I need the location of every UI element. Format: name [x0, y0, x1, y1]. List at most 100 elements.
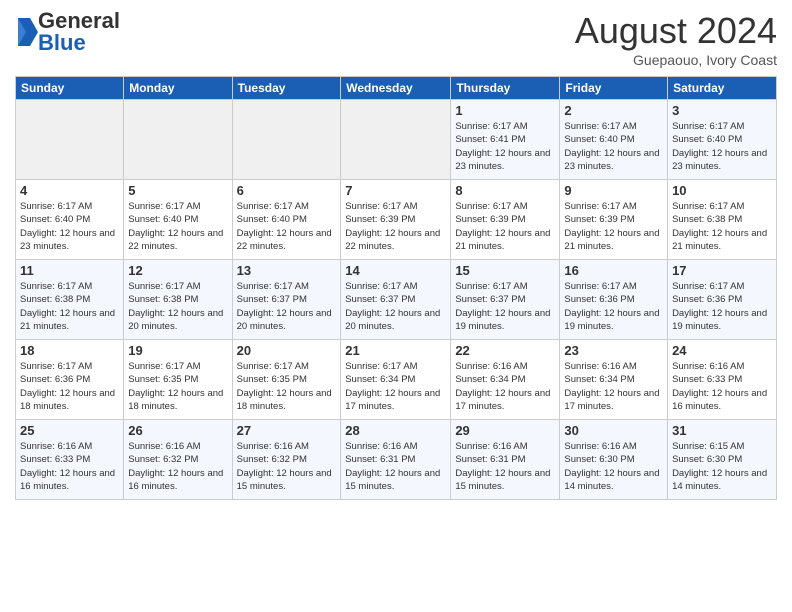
daylight-text: Daylight: 12 hours and 19 minutes. [672, 307, 772, 334]
sunrise-text: Sunrise: 6:16 AM [128, 440, 227, 453]
sunset-text: Sunset: 6:39 PM [345, 213, 446, 226]
calendar-body: 1Sunrise: 6:17 AMSunset: 6:41 PMDaylight… [16, 100, 777, 500]
sunrise-text: Sunrise: 6:17 AM [128, 200, 227, 213]
day-info: Sunrise: 6:17 AMSunset: 6:36 PMDaylight:… [672, 280, 772, 333]
day-number: 21 [345, 343, 446, 358]
day-info: Sunrise: 6:16 AMSunset: 6:33 PMDaylight:… [20, 440, 119, 493]
table-row: 2 Sunrise: 6:17 AMSunset: 6:40 PMDaylight… [560, 100, 668, 180]
week-row-1: 1Sunrise: 6:17 AMSunset: 6:41 PMDaylight… [16, 100, 777, 180]
table-row: 8 Sunrise: 6:17 AMSunset: 6:39 PMDaylight… [451, 180, 560, 260]
day-number: 19 [128, 343, 227, 358]
day-info: Sunrise: 6:17 AMSunset: 6:36 PMDaylight:… [20, 360, 119, 413]
day-number: 13 [237, 263, 337, 278]
daylight-text: Daylight: 12 hours and 19 minutes. [564, 307, 663, 334]
day-info: Sunrise: 6:17 AMSunset: 6:37 PMDaylight:… [345, 280, 446, 333]
sunrise-text: Sunrise: 6:17 AM [455, 120, 555, 133]
day-number: 26 [128, 423, 227, 438]
table-row: 19Sunrise: 6:17 AMSunset: 6:35 PMDayligh… [124, 340, 232, 420]
day-number: 27 [237, 423, 337, 438]
table-row: 31Sunrise: 6:15 AMSunset: 6:30 PMDayligh… [668, 420, 777, 500]
daylight-text: Daylight: 12 hours and 23 minutes. [455, 147, 555, 174]
daylight-text: Daylight: 12 hours and 20 minutes. [345, 307, 446, 334]
week-row-3: 11 Sunrise: 6:17 AMSunset: 6:38 PMDayligh… [16, 260, 777, 340]
day-number: 14 [345, 263, 446, 278]
daylight-text: Daylight: 12 hours and 23 minutes. [564, 147, 663, 174]
daylight-text: Daylight: 12 hours and 23 minutes. [20, 227, 119, 254]
sunset-text: Sunset: 6:35 PM [237, 373, 337, 386]
day-info: Sunrise: 6:17 AMSunset: 6:40 PMDaylight:… [237, 200, 337, 253]
sunset-text: Sunset: 6:31 PM [455, 453, 555, 466]
sunset-text: Sunset: 6:33 PM [672, 373, 772, 386]
col-thursday: Thursday [451, 77, 560, 100]
logo-general: General [38, 10, 120, 32]
sunset-text: Sunset: 6:35 PM [128, 373, 227, 386]
sunrise-text: Sunrise: 6:17 AM [20, 360, 119, 373]
sunset-text: Sunset: 6:40 PM [564, 133, 663, 146]
table-row: 10Sunrise: 6:17 AMSunset: 6:38 PMDayligh… [668, 180, 777, 260]
sunset-text: Sunset: 6:33 PM [20, 453, 119, 466]
col-wednesday: Wednesday [341, 77, 451, 100]
sunset-text: Sunset: 6:37 PM [455, 293, 555, 306]
day-number: 8 [455, 183, 555, 198]
sunset-text: Sunset: 6:30 PM [672, 453, 772, 466]
table-row: 17 Sunrise: 6:17 AMSunset: 6:36 PMDayligh… [668, 260, 777, 340]
table-row: 14 Sunrise: 6:17 AMSunset: 6:37 PMDayligh… [341, 260, 451, 340]
day-info: Sunrise: 6:17 AMSunset: 6:39 PMDaylight:… [564, 200, 663, 253]
table-row: 30Sunrise: 6:16 AMSunset: 6:30 PMDayligh… [560, 420, 668, 500]
day-info: Sunrise: 6:15 AMSunset: 6:30 PMDaylight:… [672, 440, 772, 493]
col-friday: Friday [560, 77, 668, 100]
day-number: 17 [672, 263, 772, 278]
week-row-2: 4Sunrise: 6:17 AMSunset: 6:40 PMDaylight… [16, 180, 777, 260]
sunrise-text: Sunrise: 6:17 AM [455, 280, 555, 293]
daylight-text: Daylight: 12 hours and 17 minutes. [564, 387, 663, 414]
day-info: Sunrise: 6:17 AMSunset: 6:38 PMDaylight:… [128, 280, 227, 333]
daylight-text: Daylight: 12 hours and 21 minutes. [672, 227, 772, 254]
day-info: Sunrise: 6:17 AMSunset: 6:37 PMDaylight:… [455, 280, 555, 333]
daylight-text: Daylight: 12 hours and 15 minutes. [455, 467, 555, 494]
day-info: Sunrise: 6:17 AMSunset: 6:38 PMDaylight:… [672, 200, 772, 253]
table-row: 12Sunrise: 6:17 AMSunset: 6:38 PMDayligh… [124, 260, 232, 340]
daylight-text: Daylight: 12 hours and 14 minutes. [564, 467, 663, 494]
daylight-text: Daylight: 12 hours and 19 minutes. [455, 307, 555, 334]
sunrise-text: Sunrise: 6:17 AM [237, 360, 337, 373]
sunrise-text: Sunrise: 6:17 AM [237, 280, 337, 293]
day-info: Sunrise: 6:16 AMSunset: 6:31 PMDaylight:… [455, 440, 555, 493]
sunset-text: Sunset: 6:38 PM [672, 213, 772, 226]
day-number: 6 [237, 183, 337, 198]
logo-text: General Blue [38, 10, 120, 54]
day-info: Sunrise: 6:17 AMSunset: 6:40 PMDaylight:… [128, 200, 227, 253]
sunset-text: Sunset: 6:40 PM [20, 213, 119, 226]
header: General Blue August 2024 Guepaouo, Ivory… [15, 10, 777, 68]
table-row: 3Sunrise: 6:17 AMSunset: 6:40 PMDaylight… [668, 100, 777, 180]
sunrise-text: Sunrise: 6:17 AM [564, 280, 663, 293]
sunrise-text: Sunrise: 6:17 AM [237, 200, 337, 213]
table-row: 21Sunrise: 6:17 AMSunset: 6:34 PMDayligh… [341, 340, 451, 420]
sunset-text: Sunset: 6:36 PM [672, 293, 772, 306]
day-number: 22 [455, 343, 555, 358]
daylight-text: Daylight: 12 hours and 16 minutes. [20, 467, 119, 494]
table-row [16, 100, 124, 180]
page: General Blue August 2024 Guepaouo, Ivory… [0, 0, 792, 612]
sunset-text: Sunset: 6:40 PM [128, 213, 227, 226]
day-info: Sunrise: 6:17 AMSunset: 6:36 PMDaylight:… [564, 280, 663, 333]
day-number: 15 [455, 263, 555, 278]
day-info: Sunrise: 6:17 AMSunset: 6:38 PMDaylight:… [20, 280, 119, 333]
title-block: August 2024 Guepaouo, Ivory Coast [575, 10, 777, 68]
daylight-text: Daylight: 12 hours and 21 minutes. [20, 307, 119, 334]
calendar-header: Sunday Monday Tuesday Wednesday Thursday… [16, 77, 777, 100]
day-number: 2 [564, 103, 663, 118]
day-info: Sunrise: 6:16 AMSunset: 6:32 PMDaylight:… [237, 440, 337, 493]
daylight-text: Daylight: 12 hours and 23 minutes. [672, 147, 772, 174]
week-row-5: 25Sunrise: 6:16 AMSunset: 6:33 PMDayligh… [16, 420, 777, 500]
sunrise-text: Sunrise: 6:16 AM [564, 440, 663, 453]
day-info: Sunrise: 6:17 AMSunset: 6:39 PMDaylight:… [455, 200, 555, 253]
sunset-text: Sunset: 6:32 PM [128, 453, 227, 466]
daylight-text: Daylight: 12 hours and 16 minutes. [672, 387, 772, 414]
sunset-text: Sunset: 6:37 PM [345, 293, 446, 306]
daylight-text: Daylight: 12 hours and 22 minutes. [128, 227, 227, 254]
day-number: 11 [20, 263, 119, 278]
day-info: Sunrise: 6:17 AMSunset: 6:40 PMDaylight:… [564, 120, 663, 173]
table-row: 15 Sunrise: 6:17 AMSunset: 6:37 PMDayligh… [451, 260, 560, 340]
day-info: Sunrise: 6:16 AMSunset: 6:32 PMDaylight:… [128, 440, 227, 493]
header-row: Sunday Monday Tuesday Wednesday Thursday… [16, 77, 777, 100]
